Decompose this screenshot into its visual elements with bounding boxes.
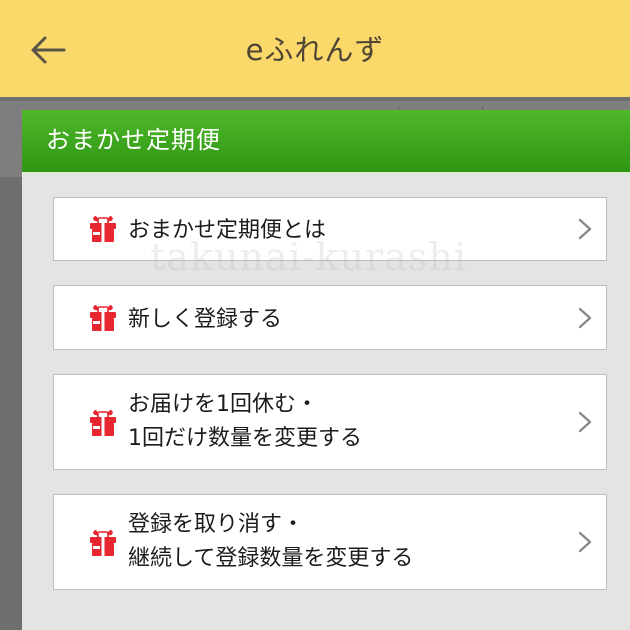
menu-item-cancel-subscription[interactable]: 登録を取り消す・ 継続して登録数量を変更する <box>53 494 607 590</box>
app-title: eふれんず <box>245 33 385 67</box>
chevron-right-icon <box>578 411 592 433</box>
menu-item-label: おまかせ定期便とは <box>128 218 327 243</box>
menu-item-about[interactable]: おまかせ定期便とは <box>53 197 607 261</box>
gift-box-icon <box>89 529 117 557</box>
chevron-right-icon <box>578 531 592 553</box>
menu-item-label: 登録を取り消す・ 継続して登録数量を変更する <box>128 512 414 572</box>
menu-item-label: お届けを1回休む・ 1回だけ数量を変更する <box>128 392 362 452</box>
menu-item-register[interactable]: 新しく登録する <box>53 285 607 350</box>
gift-box-icon <box>89 215 117 243</box>
modal-title: おまかせ定期便 <box>22 110 630 174</box>
gift-box-icon <box>89 409 117 437</box>
gift-box-icon <box>89 304 117 332</box>
menu-item-label: 新しく登録する <box>128 307 283 332</box>
app-bar: eふれんず <box>0 0 630 97</box>
menu-item-skip-delivery[interactable]: お届けを1回休む・ 1回だけ数量を変更する <box>53 374 607 470</box>
subscription-menu-modal: おまかせ定期便 おまかせ定期便とは 新しく登録する お届けを1回休む・ 1回だけ… <box>22 110 630 630</box>
chevron-right-icon <box>578 218 592 240</box>
chevron-right-icon <box>578 307 592 329</box>
